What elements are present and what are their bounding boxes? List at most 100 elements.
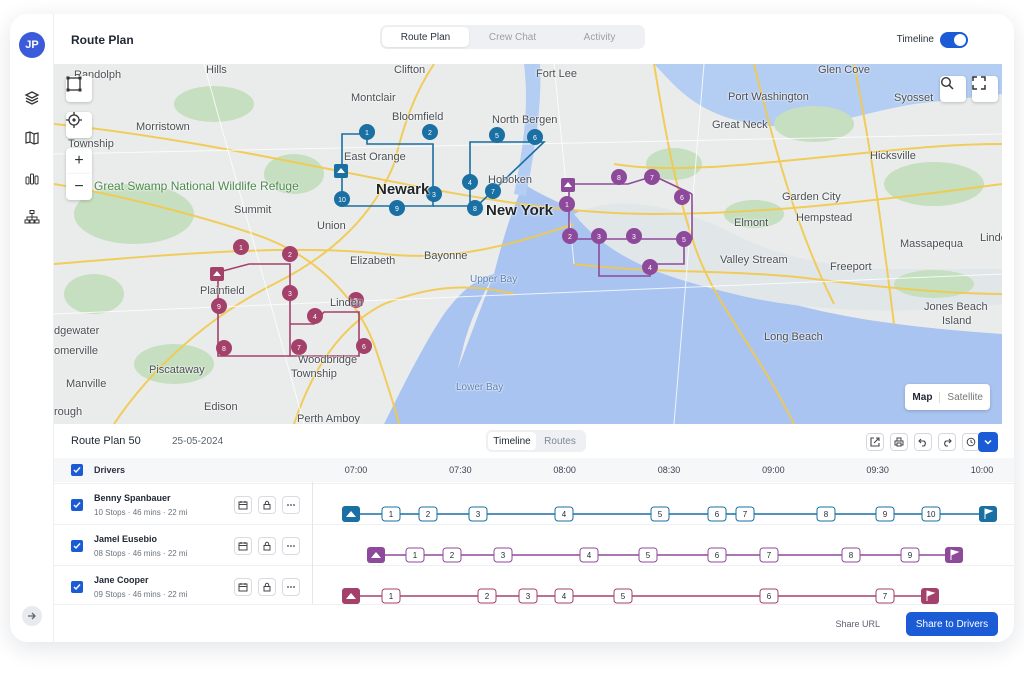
map-place-label: Hills (206, 64, 227, 76)
stop-number: 4 (562, 510, 567, 519)
stop-chip[interactable]: 9 (900, 547, 920, 563)
stop-chip[interactable]: 9 (875, 506, 895, 522)
stop-chip[interactable]: 2 (477, 588, 497, 604)
footer: Share URL Share to Drivers (54, 604, 1014, 642)
stop-chip[interactable]: 5 (613, 588, 633, 604)
app-window: JP Route Plan Route Plan Crew Chat Activ… (10, 14, 1014, 642)
svg-text:8: 8 (222, 346, 226, 353)
stop-chip[interactable]: 8 (816, 506, 836, 522)
depot-end-marker[interactable] (979, 506, 997, 522)
stop-number: 4 (562, 592, 567, 601)
svg-text:3: 3 (632, 234, 636, 241)
tab-crew-chat[interactable]: Crew Chat (469, 27, 556, 47)
stop-chip[interactable]: 3 (518, 588, 538, 604)
map-place-label: Montclair (351, 92, 396, 104)
svg-text:8: 8 (473, 206, 477, 213)
svg-text:3: 3 (288, 291, 292, 298)
map-place-label: Lower Bay (456, 382, 504, 393)
stop-number: 10 (927, 510, 936, 519)
map-place-label: Valley Stream (720, 254, 788, 266)
stop-number: 5 (621, 592, 626, 601)
svg-text:1: 1 (565, 202, 569, 209)
map-place-label: Port Washington (728, 91, 809, 103)
draw-area-icon[interactable] (66, 76, 92, 102)
stop-number: 1 (413, 551, 418, 560)
zoom-search-icon[interactable] (940, 76, 966, 102)
svg-text:7: 7 (491, 189, 495, 196)
map-place-label: Plainfield (200, 285, 245, 297)
stop-number: 7 (743, 510, 748, 519)
arrow-right-icon[interactable] (22, 606, 42, 626)
stop-number: 7 (883, 592, 888, 601)
map-icon[interactable] (22, 128, 42, 148)
map-place-label: Massapequa (900, 238, 963, 250)
map-place-label: dgewater (54, 325, 100, 337)
chart-icon[interactable] (22, 168, 42, 188)
map-place-label: Woodbridge (298, 354, 358, 366)
avatar[interactable]: JP (19, 32, 45, 58)
map-place-label: New York (486, 202, 553, 219)
stop-number: 2 (485, 592, 490, 601)
depot-end-marker[interactable] (921, 588, 939, 604)
org-chart-icon[interactable] (22, 207, 42, 227)
route-plan-panel: Route Plan 50 25-05-2024 Timeline Routes… (54, 424, 1014, 642)
stop-chip[interactable]: 10 (921, 506, 941, 522)
layers-icon[interactable] (22, 88, 42, 108)
map-type-map[interactable]: Map (905, 391, 941, 403)
timeline-toggle[interactable] (940, 32, 968, 48)
zoom-in-button[interactable]: + (66, 148, 92, 174)
map-place-label: Union (317, 220, 346, 232)
svg-text:5: 5 (495, 133, 499, 140)
stop-number: 6 (767, 592, 772, 601)
svg-text:6: 6 (533, 135, 537, 142)
share-to-drivers-button[interactable]: Share to Drivers (906, 612, 998, 636)
tab-activity[interactable]: Activity (556, 27, 643, 47)
fullscreen-icon[interactable] (972, 76, 998, 102)
share-url-link[interactable]: Share URL (835, 619, 880, 629)
page-title: Route Plan (71, 33, 134, 47)
stop-chip[interactable]: 7 (759, 547, 779, 563)
map-place-label: Morristown (136, 121, 190, 133)
tab-route-plan[interactable]: Route Plan (382, 27, 469, 47)
stop-number: 5 (658, 510, 663, 519)
stop-chip[interactable]: 1 (405, 547, 425, 563)
map-place-label: omerville (54, 345, 99, 357)
stop-number: 6 (715, 510, 720, 519)
svg-text:5: 5 (682, 237, 686, 244)
stop-chip[interactable]: 3 (493, 547, 513, 563)
stop-chip[interactable]: 1 (381, 588, 401, 604)
zoom-out-button[interactable]: − (66, 174, 92, 200)
stop-chip[interactable]: 6 (707, 547, 727, 563)
stop-chip[interactable]: 4 (554, 506, 574, 522)
locate-icon[interactable] (66, 112, 92, 138)
map-place-label: Hoboken (488, 174, 533, 186)
stop-number: 1 (389, 592, 394, 601)
stop-chip[interactable]: 6 (759, 588, 779, 604)
stop-chip[interactable]: 8 (841, 547, 861, 563)
map-place-label: Bayonne (424, 250, 468, 262)
stop-number: 8 (824, 510, 829, 519)
map-place-label: Upper Bay (470, 274, 518, 285)
stop-number: 4 (587, 551, 592, 560)
stop-chip[interactable]: 7 (735, 506, 755, 522)
stop-chip[interactable]: 4 (579, 547, 599, 563)
stop-chip[interactable]: 5 (638, 547, 658, 563)
route-map[interactable]: 1 2 3 4 5 6 7 8 9 10 1 2 3 3 4 5 6 7 8 1… (54, 64, 1002, 424)
map-type-satellite[interactable]: Satellite (940, 392, 990, 403)
map-place-label: rough (54, 406, 83, 418)
stop-chip[interactable]: 7 (875, 588, 895, 604)
header-tabs: Route Plan Crew Chat Activity (380, 25, 645, 49)
stop-chip[interactable]: 1 (381, 506, 401, 522)
stop-chip[interactable]: 4 (554, 588, 574, 604)
stop-chip[interactable]: 2 (442, 547, 462, 563)
map-place-label: Linden (980, 232, 1002, 244)
left-rail: JP (10, 14, 54, 642)
depot-end-marker[interactable] (945, 547, 963, 563)
stop-chip[interactable]: 3 (468, 506, 488, 522)
svg-text:2: 2 (288, 252, 292, 259)
stop-chip[interactable]: 2 (418, 506, 438, 522)
stop-chip[interactable]: 5 (650, 506, 670, 522)
map-place-label: Great Neck (712, 119, 768, 131)
stop-chip[interactable]: 6 (707, 506, 727, 522)
map-place-label: Garden City (782, 191, 841, 203)
